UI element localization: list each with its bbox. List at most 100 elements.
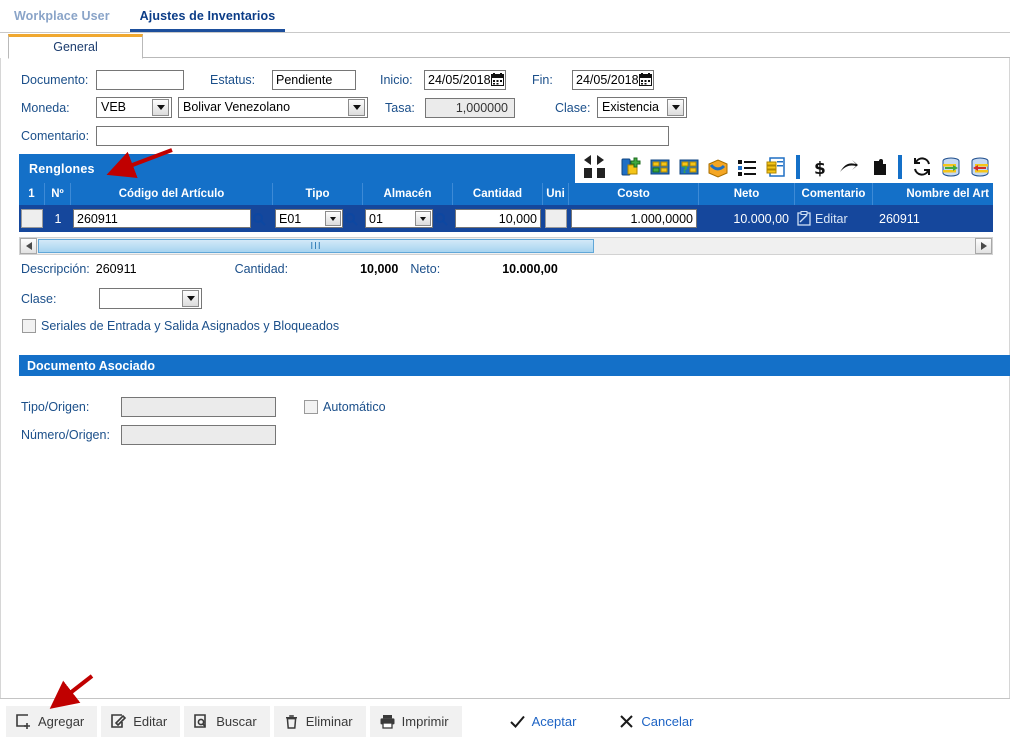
close-icon bbox=[618, 713, 635, 730]
row-codigo-cell[interactable]: 260911 bbox=[71, 205, 273, 232]
col-header-codigo[interactable]: Código del Artículo bbox=[71, 183, 273, 205]
warehouse-query-icon[interactable]: ? bbox=[676, 154, 702, 180]
estatus-label: Estatus: bbox=[210, 73, 272, 87]
cancelar-button[interactable]: Cancelar bbox=[609, 706, 706, 737]
chevron-down-icon[interactable] bbox=[325, 211, 341, 226]
arrow-right-curve-icon[interactable] bbox=[836, 154, 862, 180]
automatico-checkbox[interactable] bbox=[304, 400, 318, 414]
automatico-label: Automático bbox=[323, 400, 386, 414]
puzzle-icon[interactable] bbox=[865, 154, 891, 180]
table-row[interactable]: 1 260911 E01 01 bbox=[19, 205, 993, 232]
col-header-no[interactable]: Nº bbox=[45, 183, 71, 205]
col-header-select[interactable]: 1 bbox=[19, 183, 45, 205]
row-almacen-cell[interactable]: 01 bbox=[363, 205, 453, 232]
col-header-nombre[interactable]: Nombre del Art bbox=[873, 183, 993, 205]
list-icon[interactable] bbox=[734, 154, 760, 180]
nav-arrows-icon[interactable] bbox=[581, 154, 611, 180]
app-tab-strip: Workplace User Ajustes de Inventarios bbox=[0, 0, 1010, 33]
buscar-button[interactable]: Buscar bbox=[184, 706, 269, 737]
trash-icon bbox=[283, 713, 300, 730]
scroll-left-button[interactable] bbox=[20, 238, 37, 254]
tipo-origen-label: Tipo/Origen: bbox=[21, 400, 121, 414]
check-icon bbox=[509, 713, 526, 730]
row-almacen-select[interactable]: 01 bbox=[365, 209, 433, 228]
seriales-checkbox[interactable] bbox=[22, 319, 36, 333]
document-lines-icon[interactable] bbox=[763, 154, 789, 180]
detail-clase-row: Clase: bbox=[21, 286, 1009, 311]
tab-general[interactable]: General bbox=[8, 34, 143, 59]
row-tipo-cell[interactable]: E01 bbox=[273, 205, 363, 232]
eliminar-button[interactable]: Eliminar bbox=[274, 706, 366, 737]
col-header-costo[interactable]: Costo bbox=[569, 183, 699, 205]
col-header-cantidad[interactable]: Cantidad bbox=[453, 183, 543, 205]
chevron-down-icon[interactable] bbox=[415, 211, 431, 226]
package-icon[interactable] bbox=[705, 154, 731, 180]
row-uni-cell[interactable] bbox=[543, 205, 569, 232]
fin-date-wrap bbox=[572, 70, 652, 90]
row-uni-box[interactable] bbox=[545, 209, 567, 228]
database-in-icon[interactable] bbox=[967, 154, 993, 180]
row-cantidad-cell[interactable]: 10,000 bbox=[453, 205, 543, 232]
search-icon[interactable] bbox=[434, 212, 448, 226]
row-select-cell[interactable] bbox=[19, 205, 45, 232]
imprimir-button[interactable]: Imprimir bbox=[370, 706, 462, 737]
buscar-label: Buscar bbox=[216, 714, 256, 729]
grid-horizontal-scrollbar[interactable]: III bbox=[19, 237, 993, 255]
chevron-down-icon[interactable] bbox=[152, 99, 169, 116]
chevron-down-icon[interactable] bbox=[348, 99, 365, 116]
moneda-code-select[interactable]: VEB bbox=[96, 97, 172, 118]
col-header-neto[interactable]: Neto bbox=[699, 183, 795, 205]
refresh-icon[interactable] bbox=[909, 154, 935, 180]
row-comentario-cell[interactable]: Editar bbox=[795, 205, 873, 232]
col-header-comentario[interactable]: Comentario bbox=[795, 183, 873, 205]
col-header-tipo[interactable]: Tipo bbox=[273, 183, 363, 205]
dollar-icon[interactable]: $ bbox=[807, 154, 833, 180]
tipo-origen-input[interactable] bbox=[121, 397, 276, 417]
editar-button[interactable]: Editar bbox=[101, 706, 180, 737]
chevron-down-icon[interactable] bbox=[182, 290, 199, 307]
database-out-icon[interactable] bbox=[938, 154, 964, 180]
col-header-uni[interactable]: Uni bbox=[543, 183, 569, 205]
imprimir-label: Imprimir bbox=[402, 714, 449, 729]
calendar-icon[interactable] bbox=[639, 73, 652, 86]
col-header-almacen[interactable]: Almacén bbox=[363, 183, 453, 205]
scroll-thumb[interactable]: III bbox=[38, 239, 594, 253]
add-article-icon[interactable] bbox=[618, 154, 644, 180]
row-tipo-select[interactable]: E01 bbox=[275, 209, 343, 228]
toolbar-separator bbox=[898, 155, 902, 179]
aceptar-button[interactable]: Aceptar bbox=[500, 706, 590, 737]
moneda-name-select[interactable]: Bolivar Venezolano bbox=[178, 97, 368, 118]
eliminar-label: Eliminar bbox=[306, 714, 353, 729]
documento-label: Documento: bbox=[21, 73, 96, 87]
calendar-icon[interactable] bbox=[491, 73, 504, 86]
row-select-box[interactable] bbox=[21, 209, 43, 228]
row-costo-value[interactable]: 1.000,0000 bbox=[571, 209, 697, 228]
renglones-grid: 1 Nº Código del Artículo Tipo Almacén Ca… bbox=[19, 183, 993, 232]
search-icon[interactable] bbox=[252, 212, 266, 226]
detail-clase-select[interactable] bbox=[99, 288, 202, 309]
editar-label: Editar bbox=[133, 714, 167, 729]
row-cantidad-value[interactable]: 10,000 bbox=[455, 209, 541, 228]
tipo-origen-row: Tipo/Origen: Automático bbox=[21, 394, 1009, 419]
row-comentario-link[interactable]: Editar bbox=[815, 212, 848, 226]
tasa-input bbox=[425, 98, 515, 118]
chevron-down-icon[interactable] bbox=[667, 99, 684, 116]
cancelar-label: Cancelar bbox=[641, 714, 693, 729]
row-codigo-value[interactable]: 260911 bbox=[73, 209, 251, 228]
tab-ajustes-de-inventarios[interactable]: Ajustes de Inventarios bbox=[130, 9, 286, 32]
row-nombre-value: 260911 bbox=[873, 205, 993, 232]
estatus-input[interactable] bbox=[272, 70, 356, 90]
documento-input[interactable] bbox=[96, 70, 184, 90]
numero-origen-input[interactable] bbox=[121, 425, 276, 445]
warehouse-icon[interactable] bbox=[647, 154, 673, 180]
row-costo-cell[interactable]: 1.000,0000 bbox=[569, 205, 699, 232]
tab-workplace-user[interactable]: Workplace User bbox=[10, 9, 124, 32]
agregar-button[interactable]: Agregar bbox=[6, 706, 97, 737]
row-almacen-value: 01 bbox=[366, 212, 415, 226]
edit-note-icon[interactable] bbox=[797, 211, 811, 226]
comentario-input[interactable] bbox=[96, 126, 669, 146]
scroll-right-button[interactable] bbox=[975, 238, 992, 254]
moneda-code-value: VEB bbox=[97, 98, 152, 117]
clase-header-select[interactable]: Existencia bbox=[597, 97, 687, 118]
search-icon[interactable] bbox=[344, 212, 358, 226]
